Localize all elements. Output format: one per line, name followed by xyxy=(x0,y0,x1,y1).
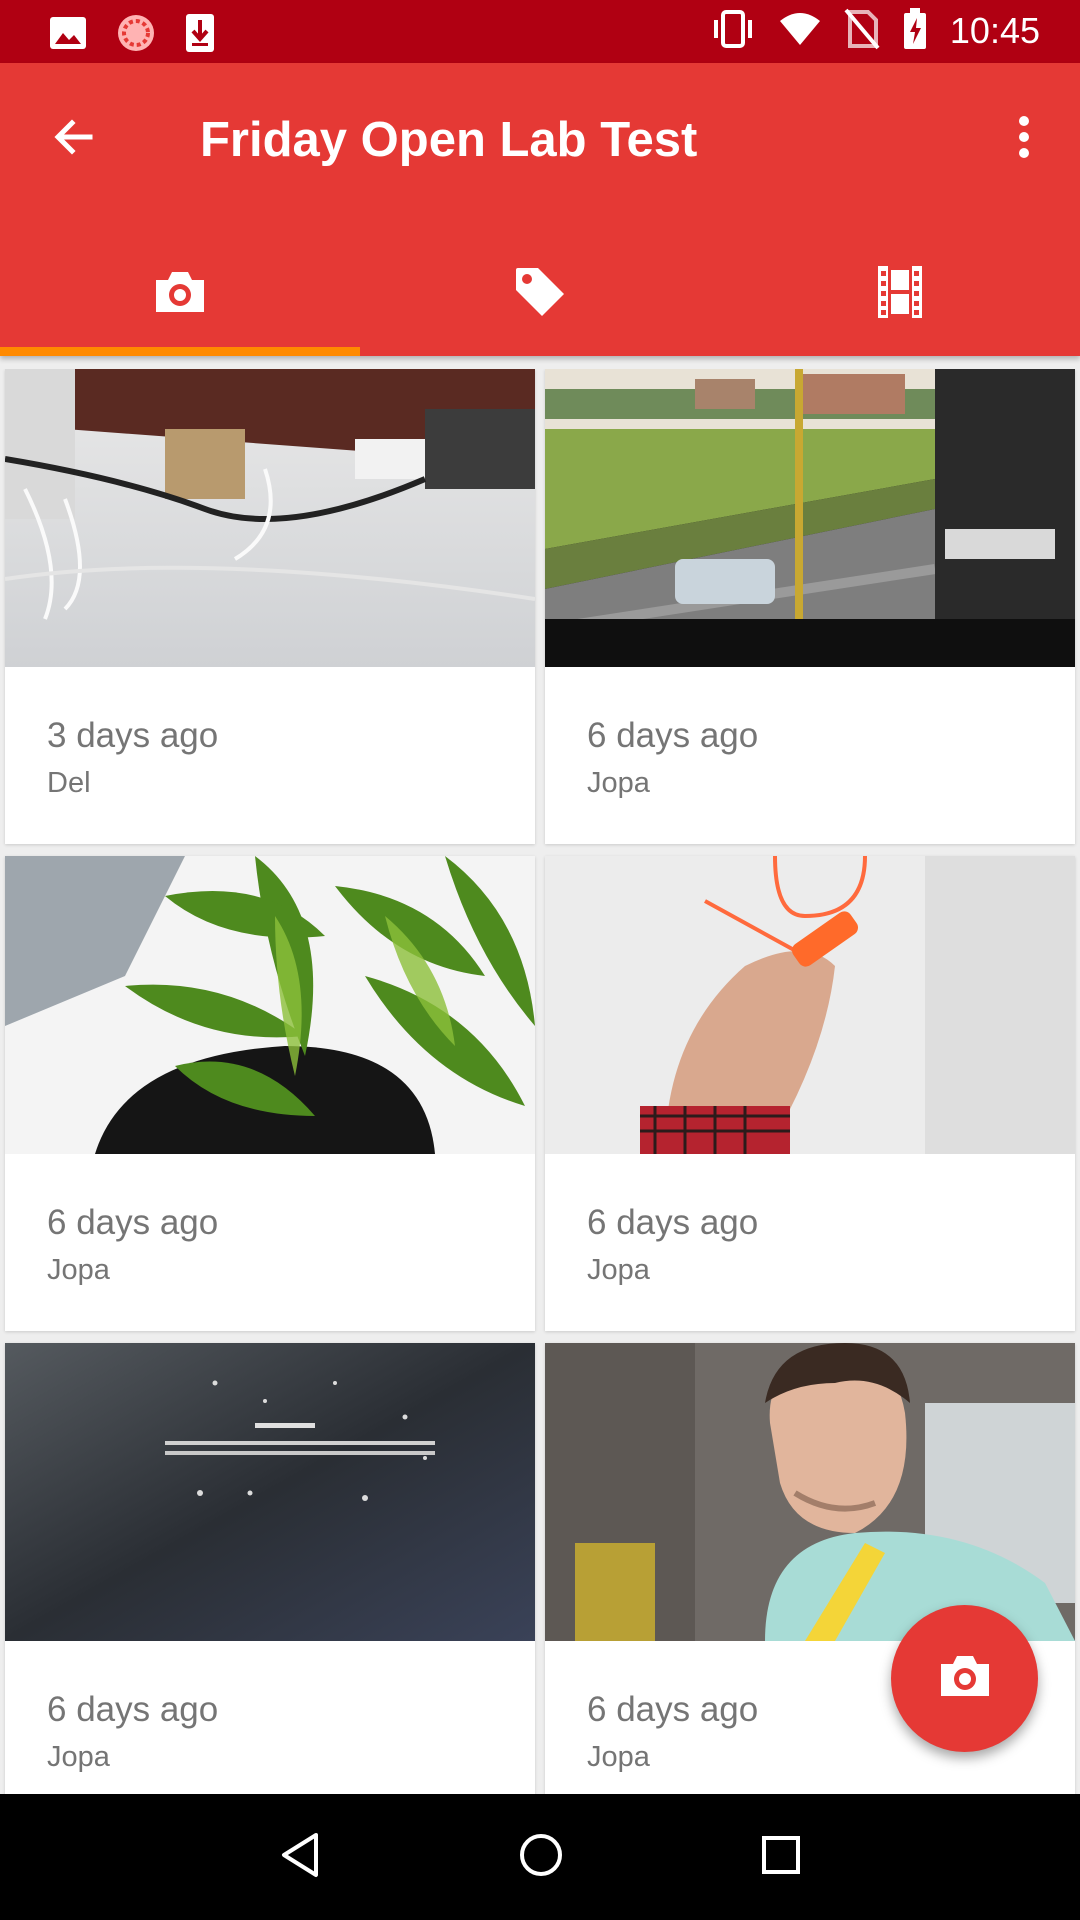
back-triangle-icon[interactable] xyxy=(278,1831,322,1884)
clock: 10:45 xyxy=(949,10,1040,51)
photo-thumbnail xyxy=(545,856,1075,1154)
tab-tags[interactable] xyxy=(360,233,720,356)
sync-icon xyxy=(116,13,156,58)
photo-card[interactable]: 6 days ago Jopa xyxy=(545,856,1075,1331)
photo-thumbnail xyxy=(5,856,535,1154)
back-button[interactable] xyxy=(38,103,110,175)
photo-author: Jopa xyxy=(587,767,650,799)
more-options-button[interactable] xyxy=(988,103,1060,175)
page-title: Friday Open Lab Test xyxy=(200,113,698,167)
vibrate-icon xyxy=(710,8,756,55)
photo-date: 3 days ago xyxy=(47,716,219,755)
camera-icon xyxy=(152,268,208,321)
status-bar: 10:45 xyxy=(0,0,1080,63)
photo-date: 6 days ago xyxy=(587,716,759,755)
photo-thumbnail xyxy=(545,1343,1075,1641)
photo-card[interactable]: 6 days ago Jopa xyxy=(5,856,535,1331)
film-icon xyxy=(874,264,926,325)
camera-icon xyxy=(937,1652,993,1705)
photo-author: Jopa xyxy=(47,1741,110,1773)
photo-thumbnail xyxy=(545,369,1075,667)
image-icon xyxy=(48,15,88,56)
no-sim-icon xyxy=(844,8,880,55)
arrow-back-icon xyxy=(50,113,98,166)
photo-thumbnail xyxy=(5,1343,535,1641)
download-icon xyxy=(184,12,216,59)
tab-photos[interactable] xyxy=(0,233,360,356)
tab-videos[interactable] xyxy=(720,233,1080,356)
system-nav-bar xyxy=(0,1794,1080,1920)
photo-thumbnail xyxy=(5,369,535,667)
photo-author: Del xyxy=(47,767,91,799)
photo-grid: 3 days ago Del 6 days ago Jopa 6 days ag… xyxy=(0,369,1080,1794)
photo-card[interactable]: 6 days ago Jopa xyxy=(545,369,1075,844)
tag-icon xyxy=(512,264,568,325)
photo-author: Jopa xyxy=(587,1254,650,1286)
battery-charging-icon xyxy=(902,7,928,55)
wifi-icon xyxy=(778,11,822,52)
photo-author: Jopa xyxy=(47,1254,110,1286)
app-bar: Friday Open Lab Test xyxy=(0,63,1080,356)
photo-card[interactable]: 3 days ago Del xyxy=(5,369,535,844)
take-photo-fab[interactable] xyxy=(891,1605,1038,1752)
photo-author: Jopa xyxy=(587,1741,650,1773)
recents-square-icon[interactable] xyxy=(760,1834,802,1881)
photo-date: 6 days ago xyxy=(47,1203,219,1242)
tab-bar xyxy=(0,233,1080,356)
photo-date: 6 days ago xyxy=(587,1203,759,1242)
more-vert-icon xyxy=(1014,113,1034,166)
tab-indicator xyxy=(0,347,360,356)
home-circle-icon[interactable] xyxy=(517,1831,565,1884)
photo-card[interactable]: 6 days ago Jopa xyxy=(5,1343,535,1794)
photo-date: 6 days ago xyxy=(587,1690,759,1729)
photo-date: 6 days ago xyxy=(47,1690,219,1729)
